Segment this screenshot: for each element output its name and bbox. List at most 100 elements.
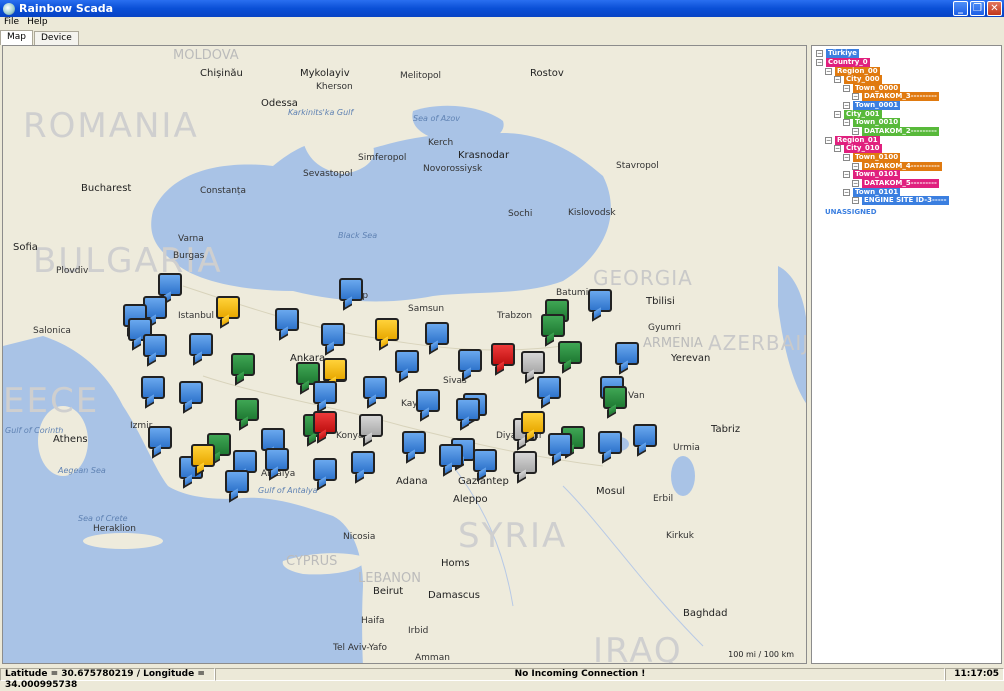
menu-help[interactable]: Help xyxy=(23,17,52,29)
city-sevastopol: Sevastopol xyxy=(303,169,353,179)
device-marker-blue[interactable] xyxy=(458,349,482,372)
device-marker-blue[interactable] xyxy=(548,433,572,456)
map-view[interactable]: ROMANIA BULGARIA GEORGIA SYRIA IRAQ CYPR… xyxy=(2,45,807,664)
device-marker-blue[interactable] xyxy=(143,334,167,357)
device-marker-blue[interactable] xyxy=(351,451,375,474)
device-marker-blue[interactable] xyxy=(439,444,463,467)
tree-node[interactable]: Town_0100 xyxy=(853,153,901,162)
tree-expander[interactable]: − xyxy=(843,171,850,178)
menu-bar: File Help xyxy=(0,17,1004,29)
device-marker-gray[interactable] xyxy=(359,414,383,437)
tree-node[interactable]: Country_0 xyxy=(826,58,870,67)
tree-expander[interactable]: − xyxy=(843,102,850,109)
device-marker-green[interactable] xyxy=(558,341,582,364)
device-marker-blue[interactable] xyxy=(615,342,639,365)
device-marker-blue[interactable] xyxy=(402,431,426,454)
city-burgas: Burgas xyxy=(173,251,205,261)
tab-device[interactable]: Device xyxy=(34,31,79,45)
device-marker-yellow[interactable] xyxy=(191,444,215,467)
device-marker-green[interactable] xyxy=(541,314,565,337)
device-marker-blue[interactable] xyxy=(321,323,345,346)
device-marker-blue[interactable] xyxy=(633,424,657,447)
tree-expander[interactable]: − xyxy=(852,180,859,187)
device-marker-green[interactable] xyxy=(603,386,627,409)
device-marker-yellow[interactable] xyxy=(375,318,399,341)
tree-node[interactable]: DATAKOM_5--------- xyxy=(862,179,939,188)
device-marker-blue[interactable] xyxy=(148,426,172,449)
menu-file[interactable]: File xyxy=(0,17,23,29)
tree-node[interactable]: Town_0101 xyxy=(853,170,901,179)
tree-expander[interactable]: − xyxy=(843,85,850,92)
maximize-button[interactable]: ❐ xyxy=(970,1,985,16)
tree-unassigned[interactable]: UNASSIGNED xyxy=(825,208,877,216)
city-nicosia: Nicosia xyxy=(343,532,376,542)
city-kislovodsk: Kislovodsk xyxy=(568,208,616,218)
device-marker-blue[interactable] xyxy=(425,322,449,345)
device-marker-blue[interactable] xyxy=(416,389,440,412)
coords-display: Latitude = 30.675780219 / Longitude = 34… xyxy=(0,668,215,690)
tree-node[interactable]: Town_0010 xyxy=(853,118,901,127)
tree-node[interactable]: City_000 xyxy=(844,75,882,84)
tab-map[interactable]: Map xyxy=(0,30,33,45)
title-bar: Rainbow Scada _ ❐ ✕ xyxy=(0,0,1004,17)
device-marker-blue[interactable] xyxy=(456,398,480,421)
tree-expander[interactable]: − xyxy=(852,128,859,135)
tree-expander[interactable]: − xyxy=(843,189,850,196)
tree-expander[interactable]: − xyxy=(816,50,823,57)
device-marker-blue[interactable] xyxy=(265,448,289,471)
device-tree[interactable]: − Türkiye − Country_0− Region_00− City_000− To… xyxy=(811,45,1002,664)
device-marker-green[interactable] xyxy=(235,398,259,421)
device-marker-yellow[interactable] xyxy=(323,358,347,381)
tree-node[interactable]: DATAKOM_3--------- xyxy=(862,92,939,101)
device-marker-blue[interactable] xyxy=(473,449,497,472)
device-marker-gray[interactable] xyxy=(513,451,537,474)
device-marker-yellow[interactable] xyxy=(216,296,240,319)
device-marker-blue[interactable] xyxy=(363,376,387,399)
tree-expander[interactable]: − xyxy=(834,145,841,152)
device-marker-blue[interactable] xyxy=(537,376,561,399)
tree-expander[interactable]: − xyxy=(816,59,823,66)
device-marker-blue[interactable] xyxy=(225,470,249,493)
device-marker-red[interactable] xyxy=(313,411,337,434)
tree-expander[interactable]: − xyxy=(852,197,859,204)
city-kherson: Kherson xyxy=(316,82,353,92)
tree-expander[interactable]: − xyxy=(852,93,859,100)
device-marker-blue[interactable] xyxy=(598,431,622,454)
city-simferopol: Simferopol xyxy=(358,153,407,163)
device-marker-red[interactable] xyxy=(491,343,515,366)
tree-expander[interactable]: − xyxy=(852,163,859,170)
device-marker-blue[interactable] xyxy=(313,458,337,481)
tree-node[interactable]: City_010 xyxy=(844,144,882,153)
device-marker-green[interactable] xyxy=(231,353,255,376)
device-marker-blue[interactable] xyxy=(395,350,419,373)
device-marker-blue[interactable] xyxy=(189,333,213,356)
device-marker-gray[interactable] xyxy=(521,351,545,374)
tree-expander[interactable]: − xyxy=(825,137,832,144)
city-bucharest: Bucharest xyxy=(81,183,132,194)
device-marker-blue[interactable] xyxy=(158,273,182,296)
device-marker-blue[interactable] xyxy=(179,381,203,404)
tree-expander[interactable]: − xyxy=(843,119,850,126)
device-marker-blue[interactable] xyxy=(313,381,337,404)
tree-node[interactable]: Türkiye xyxy=(826,49,859,58)
minimize-button[interactable]: _ xyxy=(953,1,968,16)
close-button[interactable]: ✕ xyxy=(987,1,1002,16)
tree-expander[interactable]: − xyxy=(834,76,841,83)
tree-expander[interactable]: − xyxy=(825,68,832,75)
city-damascus: Damascus xyxy=(428,590,480,601)
tree-node[interactable]: ENGINE SITE ID-3----- xyxy=(862,196,949,205)
tree-node[interactable]: Town_0001 xyxy=(853,101,901,110)
city-erbil: Erbil xyxy=(653,494,674,504)
clock: 11:17:05 xyxy=(945,668,1004,681)
map-scale: 100 mi / 100 km xyxy=(728,650,794,659)
city-baghdad: Baghdad xyxy=(683,608,728,619)
device-marker-blue[interactable] xyxy=(275,308,299,331)
device-marker-yellow[interactable] xyxy=(521,411,545,434)
city-istanbul: Istanbul xyxy=(178,311,215,321)
tree-node[interactable]: DATAKOM_2--------- xyxy=(862,127,939,136)
device-marker-blue[interactable] xyxy=(339,278,363,301)
device-marker-blue[interactable] xyxy=(141,376,165,399)
device-marker-blue[interactable] xyxy=(588,289,612,312)
tree-expander[interactable]: − xyxy=(843,154,850,161)
tree-expander[interactable]: − xyxy=(834,111,841,118)
